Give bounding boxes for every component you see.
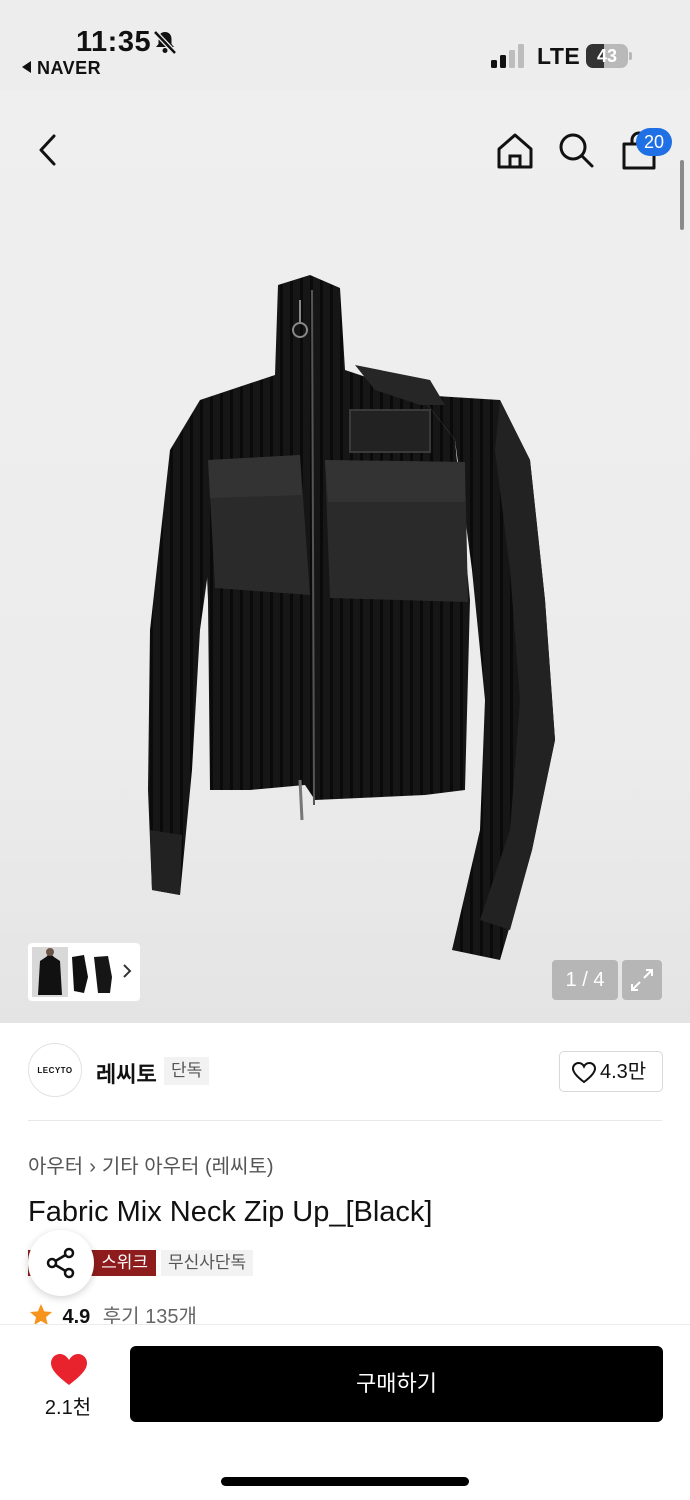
- back-to-app-link[interactable]: NAVER: [22, 58, 101, 79]
- exclusive-badge: 단독: [164, 1057, 210, 1085]
- scrollbar[interactable]: [680, 160, 684, 230]
- cart-count-badge: 20: [636, 128, 672, 156]
- signal-icon: [491, 44, 524, 68]
- home-icon[interactable]: [494, 130, 536, 172]
- heart-outline-icon: [572, 1062, 596, 1084]
- back-icon[interactable]: [28, 130, 68, 170]
- heart-filled-icon[interactable]: [50, 1353, 88, 1387]
- home-indicator[interactable]: [221, 1477, 469, 1486]
- share-icon: [46, 1247, 75, 1279]
- bottom-action-bar: 2.1천 구매하기: [0, 1324, 690, 1500]
- battery-icon: 43: [586, 44, 632, 68]
- divider: [28, 1120, 662, 1121]
- thumbnail-images[interactable]: [32, 947, 118, 997]
- back-app-label: NAVER: [37, 58, 102, 78]
- product-image-jacket: [148, 275, 555, 960]
- expand-icon: [631, 969, 653, 991]
- status-time: 11:35: [76, 26, 152, 58]
- status-bar: 11:35 NAVER LTE 43: [0, 0, 690, 90]
- image-page-counter: 1 / 4: [552, 960, 618, 1000]
- breadcrumb-category[interactable]: 아우터: [28, 1156, 83, 1178]
- breadcrumb-subcategory[interactable]: 기타 아우터 (레씨토): [102, 1156, 274, 1178]
- product-gallery[interactable]: 20 1 / 4: [0, 90, 690, 1023]
- favorite-count: 2.1천: [44, 1397, 92, 1419]
- share-button[interactable]: [28, 1230, 94, 1296]
- brand-name-link[interactable]: 레씨토: [96, 1057, 157, 1089]
- network-type: LTE: [537, 43, 581, 69]
- tag-musinsa-exclusive: 무신사단독: [161, 1250, 254, 1276]
- battery-level: 43: [596, 46, 618, 66]
- back-triangle-icon: [22, 61, 31, 73]
- chevron-right-icon: ›: [89, 1156, 96, 1178]
- thumbnail-strip[interactable]: [28, 943, 140, 1001]
- product-title: Fabric Mix Neck Zip Up_[Black]: [28, 1196, 433, 1228]
- search-icon[interactable]: [556, 130, 596, 170]
- bell-muted-icon: [153, 30, 177, 55]
- brand-like-count: 4.3만: [600, 1061, 647, 1083]
- expand-button[interactable]: [622, 960, 662, 1000]
- brand-logo[interactable]: LECYTO: [28, 1043, 82, 1097]
- brand-like-button[interactable]: 4.3만: [559, 1051, 663, 1092]
- breadcrumb: 아우터 › 기타 아우터 (레씨토): [28, 1150, 274, 1179]
- chevron-right-icon[interactable]: [120, 959, 134, 983]
- buy-button[interactable]: 구매하기: [130, 1346, 663, 1422]
